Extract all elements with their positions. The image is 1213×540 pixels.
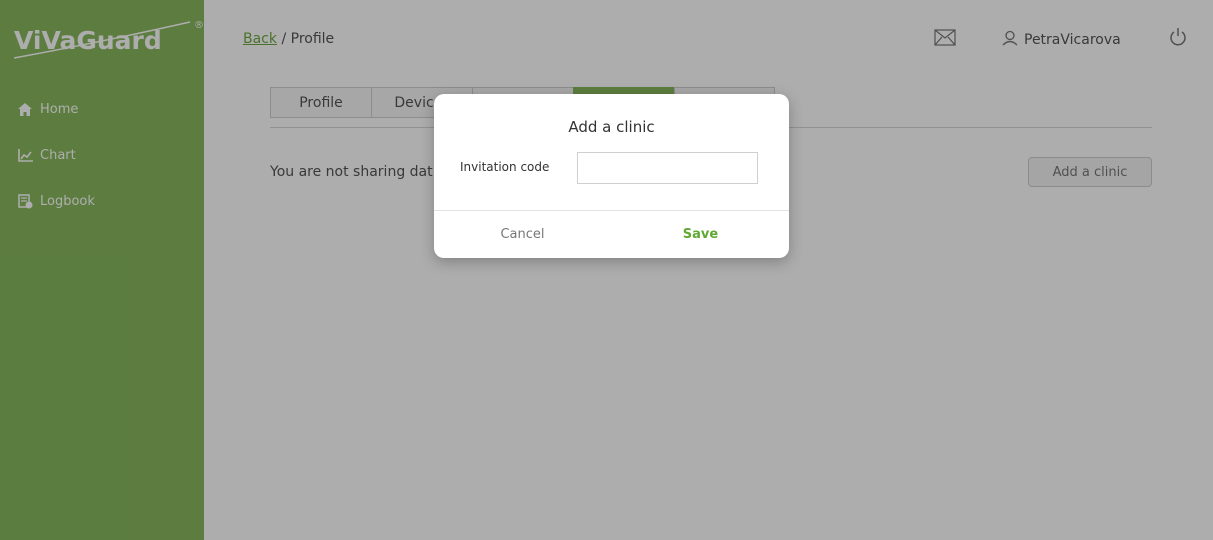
- app-root: ViVaGuard ® Home Chart Logbook Back / Pr…: [0, 0, 1213, 540]
- add-clinic-dialog: Add a clinic Invitation code Cancel Save: [434, 94, 789, 258]
- modal-overlay[interactable]: [0, 0, 1213, 540]
- cancel-button[interactable]: Cancel: [434, 211, 611, 258]
- dialog-title: Add a clinic: [568, 118, 655, 136]
- save-button[interactable]: Save: [612, 211, 789, 258]
- invitation-code-input[interactable]: [577, 152, 758, 184]
- invitation-code-label: Invitation code: [460, 160, 550, 174]
